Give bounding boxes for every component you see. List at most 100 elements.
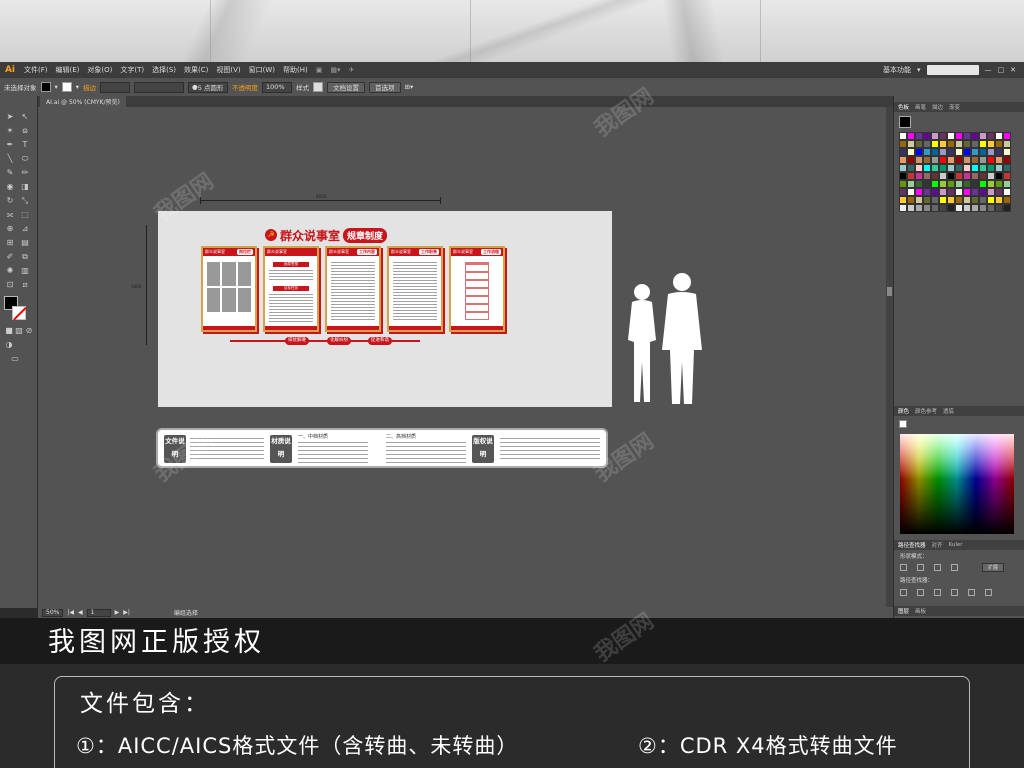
color-swatch[interactable] [987, 204, 995, 212]
menu-window[interactable]: 窗口(W) [245, 65, 279, 75]
color-swatch[interactable] [939, 164, 947, 172]
tab-gradient[interactable]: 渐变 [949, 103, 960, 111]
color-swatch[interactable] [995, 172, 1003, 180]
arrange-icon[interactable]: ▦▾ [326, 66, 344, 74]
color-swatch[interactable] [971, 140, 979, 148]
divide-icon[interactable] [900, 589, 907, 596]
blob-brush-icon[interactable]: ◉ [5, 182, 15, 192]
color-swatch[interactable] [955, 164, 963, 172]
color-panel-swatch[interactable] [899, 420, 907, 428]
color-swatch[interactable] [907, 172, 915, 180]
color-swatch[interactable] [987, 188, 995, 196]
artboard-number-input[interactable]: 1 [86, 608, 111, 617]
color-swatch[interactable] [971, 180, 979, 188]
color-swatch[interactable] [987, 180, 995, 188]
color-swatch[interactable] [939, 204, 947, 212]
tab-swatches[interactable]: 色板 [898, 103, 909, 111]
board-workflow[interactable]: 群众说事室 工作流程 [449, 246, 505, 332]
color-swatch[interactable] [971, 172, 979, 180]
color-swatch[interactable] [947, 140, 955, 148]
color-swatch[interactable] [995, 156, 1003, 164]
color-swatch[interactable] [963, 188, 971, 196]
menu-type[interactable]: 文字(T) [116, 65, 148, 75]
color-swatch[interactable] [1003, 140, 1011, 148]
magic-wand-icon[interactable]: ✶ [5, 126, 15, 136]
color-swatch[interactable] [963, 196, 971, 204]
vertical-scrollbar[interactable] [886, 107, 893, 607]
color-swatch[interactable] [979, 140, 987, 148]
color-swatch[interactable] [899, 196, 907, 204]
color-swatch[interactable] [931, 180, 939, 188]
exclude-icon[interactable] [951, 564, 958, 571]
eraser-icon[interactable]: ◨ [20, 182, 30, 192]
color-swatch[interactable] [923, 204, 931, 212]
color-swatch[interactable] [955, 132, 963, 140]
minus-front-icon[interactable] [917, 564, 924, 571]
board-positions[interactable]: 群众说事室 岗位栏 [201, 246, 257, 332]
color-swatch[interactable] [971, 188, 979, 196]
bridge-icon[interactable]: ▣ [312, 66, 327, 74]
color-swatch[interactable] [995, 188, 1003, 196]
color-swatch[interactable] [915, 196, 923, 204]
tab-stroke[interactable]: 描边 [932, 103, 943, 111]
selection-tool-icon[interactable]: ➤ [5, 112, 15, 122]
color-swatch[interactable] [907, 132, 915, 140]
color-swatch[interactable] [963, 172, 971, 180]
document-setup-button[interactable]: 文档设置 [327, 81, 366, 93]
draw-mode-icon[interactable]: ◑ [4, 340, 14, 350]
color-swatch[interactable] [971, 156, 979, 164]
color-swatch[interactable] [899, 148, 907, 156]
trim-icon[interactable] [917, 589, 924, 596]
type-tool-icon[interactable]: T [20, 140, 30, 150]
color-swatch[interactable] [979, 172, 987, 180]
minimize-icon[interactable]: — [985, 66, 992, 74]
color-swatch[interactable] [955, 172, 963, 180]
color-swatch[interactable] [955, 156, 963, 164]
color-swatch[interactable] [899, 156, 907, 164]
color-swatch[interactable] [939, 140, 947, 148]
outline-icon[interactable] [968, 589, 975, 596]
color-swatch[interactable] [955, 148, 963, 156]
color-swatch[interactable] [899, 164, 907, 172]
menu-file[interactable]: 文件(F) [20, 65, 52, 75]
color-swatch[interactable] [907, 156, 915, 164]
tab-artboards[interactable]: 画板 [915, 607, 926, 615]
color-swatch[interactable] [947, 180, 955, 188]
tab-brushes[interactable]: 画笔 [915, 103, 926, 111]
color-swatch[interactable] [907, 140, 915, 148]
color-swatch[interactable] [995, 140, 1003, 148]
last-artboard-icon[interactable]: ▶| [123, 609, 130, 616]
gradient-tool-icon[interactable]: ▤ [20, 238, 30, 248]
color-swatch[interactable] [923, 196, 931, 204]
fill-dropdown-icon[interactable]: ▾ [55, 83, 58, 91]
color-swatch[interactable] [987, 132, 995, 140]
color-swatch[interactable] [915, 156, 923, 164]
stroke-color-swatch[interactable] [12, 306, 26, 320]
document-tab[interactable]: AI.ai @ 50% (CMYK/预览) [40, 96, 126, 107]
color-swatch[interactable] [995, 164, 1003, 172]
pen-tool-icon[interactable]: ✒ [5, 140, 15, 150]
color-mode-icon[interactable]: ■ [4, 326, 14, 336]
color-swatch[interactable] [907, 164, 915, 172]
color-swatch[interactable] [923, 156, 931, 164]
color-swatch[interactable] [931, 188, 939, 196]
color-swatch[interactable] [979, 148, 987, 156]
blend-tool-icon[interactable]: ⧉ [20, 252, 30, 262]
color-swatch[interactable] [995, 132, 1003, 140]
symbol-sprayer-icon[interactable]: ✺ [5, 266, 15, 276]
lasso-tool-icon[interactable]: ɷ [20, 126, 30, 136]
color-swatch[interactable] [915, 172, 923, 180]
color-swatch[interactable] [979, 180, 987, 188]
color-swatch[interactable] [899, 188, 907, 196]
color-swatch[interactable] [931, 204, 939, 212]
color-swatch[interactable] [915, 140, 923, 148]
color-swatch[interactable] [987, 172, 995, 180]
artboard-tool-icon[interactable]: ⊡ [5, 280, 15, 290]
color-swatch[interactable] [899, 204, 907, 212]
help-search-input[interactable] [926, 65, 979, 75]
color-swatch[interactable] [987, 148, 995, 156]
minus-back-icon[interactable] [985, 589, 992, 596]
tab-color[interactable]: 颜色 [898, 407, 909, 415]
color-swatch[interactable] [963, 148, 971, 156]
screen-mode-icon[interactable]: ▭ [10, 354, 20, 364]
